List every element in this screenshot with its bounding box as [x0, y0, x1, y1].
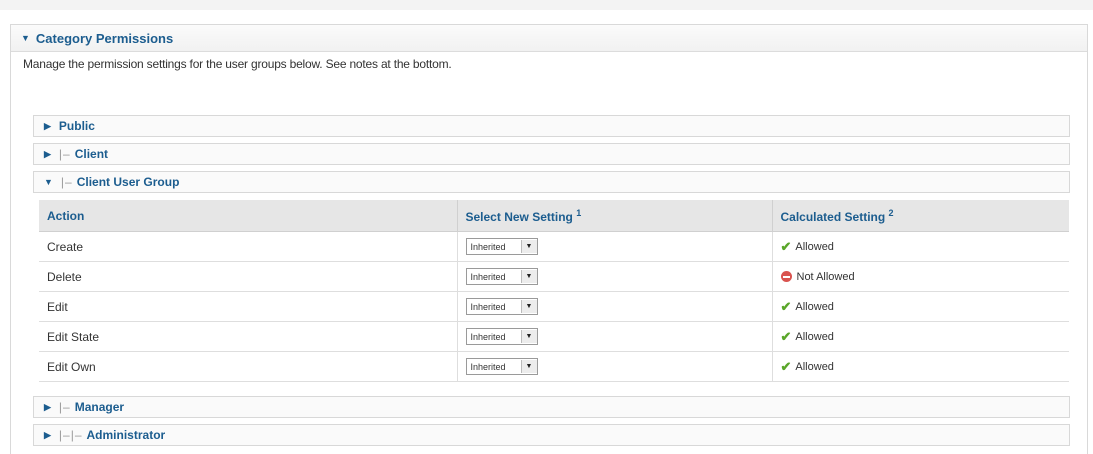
group-administrator[interactable]: ▶ |–|– Administrator [33, 424, 1070, 446]
action-cell: Delete [39, 261, 457, 292]
action-cell: Create [39, 231, 457, 262]
intro-text: Manage the permission settings for the u… [23, 57, 452, 71]
triangle-right-icon: ▶ [44, 148, 51, 159]
dropdown-arrow-icon: ▼ [520, 300, 537, 313]
tree-prefix: |– [60, 175, 73, 189]
group-label: Client User Group [76, 175, 180, 189]
tree-prefix: |– [58, 147, 71, 161]
setting-select[interactable]: Inherited ▼ [465, 358, 538, 375]
setting-select[interactable]: Inherited ▼ [465, 328, 538, 345]
group-label: Administrator [86, 428, 166, 442]
setting-select[interactable]: Inherited ▼ [465, 268, 538, 285]
check-icon: ✔ [780, 328, 792, 344]
footnote-1: 1 [576, 207, 582, 218]
dropdown-arrow-icon: ▼ [520, 330, 537, 343]
group-manager[interactable]: ▶ |– Manager [33, 396, 1070, 418]
calculated-setting: Allowed [795, 240, 834, 253]
panel-header[interactable]: ▼ Category Permissions [11, 25, 1087, 52]
triangle-right-icon: ▶ [44, 120, 51, 131]
action-cell: Edit Own [39, 351, 457, 382]
triangle-right-icon: ▶ [44, 401, 51, 412]
action-cell: Edit State [39, 321, 457, 352]
check-icon: ✔ [780, 238, 792, 254]
calculated-setting: Allowed [795, 360, 834, 373]
table-row: Edit Inherited ▼ ✔ Allowed [39, 291, 1069, 322]
group-client[interactable]: ▶ |– Client [33, 143, 1070, 165]
calculated-setting: Allowed [795, 330, 834, 343]
table-row: Create Inherited ▼ ✔ Allowed [39, 231, 1069, 262]
header-select-new-setting: Select New Setting 1 [456, 200, 773, 232]
group-label: Public [58, 119, 95, 133]
header-action: Action [39, 200, 457, 232]
table-header-row: Action Select New Setting 1 Calculated S… [39, 200, 1069, 232]
dropdown-arrow-icon: ▼ [520, 270, 537, 283]
footnote-2: 2 [888, 207, 894, 218]
permissions-table: Action Select New Setting 1 Calculated S… [39, 200, 1069, 382]
group-client-user-group[interactable]: ▼ |– Client User Group [33, 171, 1070, 193]
table-row: Edit Own Inherited ▼ ✔ Allowed [39, 351, 1069, 382]
tree-prefix: |– [58, 400, 71, 414]
header-calculated-setting: Calculated Setting 2 [772, 200, 1069, 232]
tree-prefix: |–|– [58, 428, 83, 442]
triangle-down-icon: ▼ [21, 33, 30, 43]
dropdown-arrow-icon: ▼ [520, 240, 537, 253]
group-public[interactable]: ▶ Public [33, 115, 1070, 137]
top-strip [0, 0, 1093, 10]
dropdown-arrow-icon: ▼ [520, 360, 537, 373]
action-cell: Edit [39, 291, 457, 322]
setting-select[interactable]: Inherited ▼ [465, 298, 538, 315]
not-allowed-icon [780, 271, 792, 282]
check-icon: ✔ [780, 358, 792, 374]
triangle-down-icon: ▼ [44, 177, 53, 187]
triangle-right-icon: ▶ [44, 429, 51, 440]
group-label: Client [74, 147, 109, 161]
table-row: Delete Inherited ▼ Not Allowed [39, 261, 1069, 292]
table-row: Edit State Inherited ▼ ✔ Allowed [39, 321, 1069, 352]
group-label: Manager [74, 400, 125, 414]
panel-title: Category Permissions [35, 30, 174, 46]
calculated-setting: Not Allowed [796, 270, 855, 283]
setting-select[interactable]: Inherited ▼ [465, 238, 538, 255]
calculated-setting: Allowed [795, 300, 834, 313]
check-icon: ✔ [780, 298, 792, 314]
